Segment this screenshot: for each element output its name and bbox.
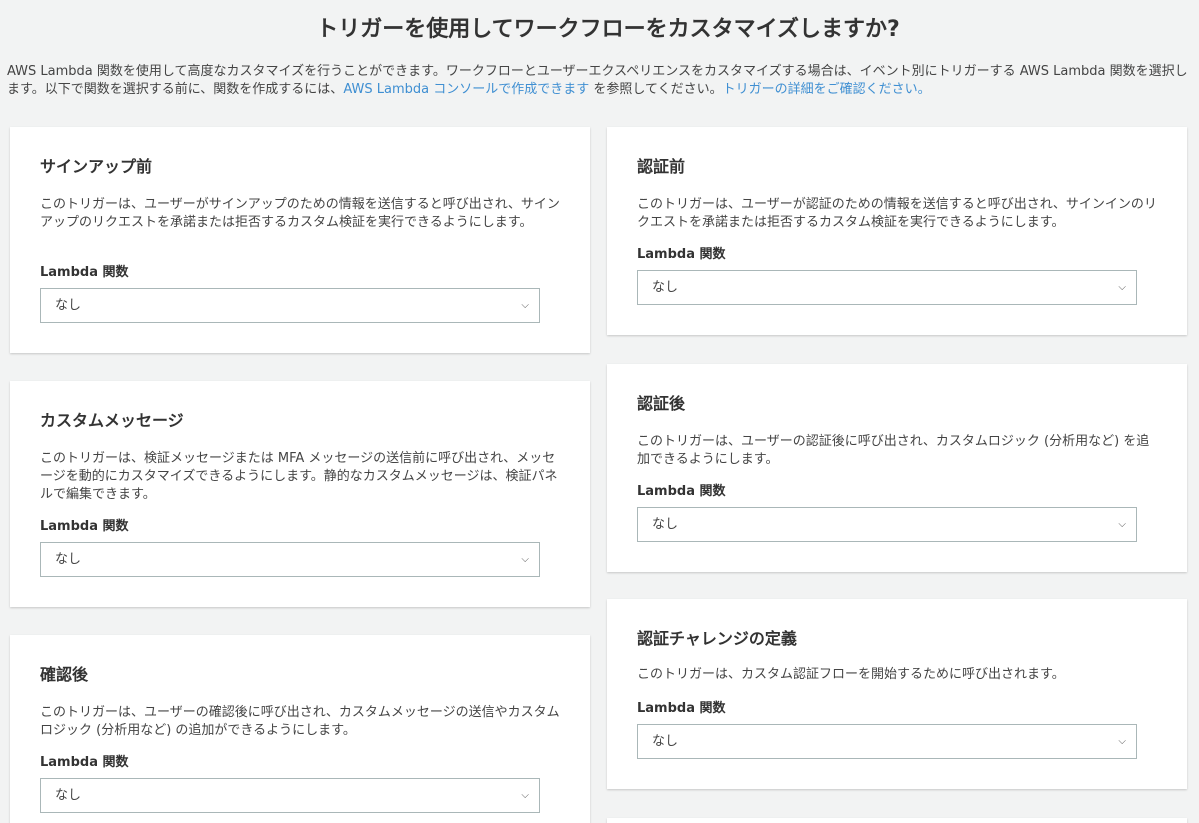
trigger-card-post-auth: 認証後 このトリガーは、ユーザーの認証後に呼び出され、カスタムロジック (分析用… (607, 364, 1187, 572)
select-value: なし (652, 280, 679, 295)
trigger-title: 確認後 (40, 665, 89, 684)
select-value: なし (652, 734, 679, 749)
select-value: なし (55, 298, 82, 313)
chevron-down-icon: ⌵ (521, 300, 529, 311)
lambda-select-define-auth-challenge[interactable]: なし ⌵ (637, 724, 1137, 759)
chevron-down-icon: ⌵ (521, 554, 529, 565)
select-value: なし (55, 552, 82, 567)
chevron-down-icon: ⌵ (1118, 282, 1126, 293)
trigger-description: このトリガーは、ユーザーの認証後に呼び出され、カスタムロジック (分析用など) … (637, 434, 1150, 467)
trigger-card-post-confirmation: 確認後 このトリガーは、ユーザーの確認後に呼び出され、カスタムメッセージの送信や… (10, 635, 590, 823)
lambda-field-label: Lambda 関数 (40, 265, 129, 280)
trigger-description: このトリガーは、カスタム認証フローを開始するために呼び出されます。 (637, 667, 1065, 682)
trigger-title: 認証後 (637, 394, 686, 413)
trigger-card-next-partial (607, 818, 1187, 823)
lambda-field-label: Lambda 関数 (637, 484, 726, 499)
trigger-title: 認証前 (637, 157, 686, 176)
lambda-field-label: Lambda 関数 (40, 519, 129, 534)
trigger-description: このトリガーは、ユーザーの確認後に呼び出され、カスタムメッセージの送信やカスタム… (40, 705, 560, 738)
trigger-title: カスタムメッセージ (40, 411, 184, 430)
trigger-description: このトリガーは、ユーザーがサインアップのための情報を送信すると呼び出され、サイン… (40, 197, 560, 230)
chevron-down-icon: ⌵ (1118, 736, 1126, 747)
chevron-down-icon: ⌵ (1118, 519, 1126, 530)
lambda-select-pre-auth[interactable]: なし ⌵ (637, 270, 1137, 305)
select-value: なし (652, 517, 679, 532)
trigger-card-define-auth-challenge: 認証チャレンジの定義 このトリガーは、カスタム認証フローを開始するために呼び出さ… (607, 599, 1187, 789)
lambda-select-custom-message[interactable]: なし ⌵ (40, 542, 540, 577)
trigger-title: 認証チャレンジの定義 (637, 629, 797, 648)
lambda-field-label: Lambda 関数 (637, 247, 726, 262)
trigger-title: サインアップ前 (40, 157, 153, 176)
lambda-console-link[interactable]: AWS Lambda コンソールで作成できます (343, 82, 589, 97)
lambda-select-post-confirmation[interactable]: なし ⌵ (40, 778, 540, 813)
lambda-select-post-auth[interactable]: なし ⌵ (637, 507, 1137, 542)
trigger-description: このトリガーは、ユーザーが認証のための情報を送信すると呼び出され、サインインのリ… (637, 197, 1157, 230)
lambda-field-label: Lambda 関数 (40, 755, 129, 770)
page: トリガーを使用してワークフローをカスタマイズしますか? AWS Lambda 関… (0, 0, 1199, 823)
intro-text-part-2: を参照してください。 (589, 82, 723, 97)
trigger-card-custom-message: カスタムメッセージ このトリガーは、検証メッセージまたは MFA メッセージの送… (10, 381, 590, 607)
intro-text: AWS Lambda 関数を使用して高度なカスタマイズを行うことができます。ワー… (7, 63, 1197, 99)
trigger-card-pre-auth: 認証前 このトリガーは、ユーザーが認証のための情報を送信すると呼び出され、サイン… (607, 127, 1187, 335)
trigger-card-pre-signup: サインアップ前 このトリガーは、ユーザーがサインアップのための情報を送信すると呼… (10, 127, 590, 353)
trigger-details-link[interactable]: トリガーの詳細をご確認ください。 (723, 82, 931, 97)
page-title: トリガーを使用してワークフローをカスタマイズしますか? (316, 17, 900, 42)
chevron-down-icon: ⌵ (521, 790, 529, 801)
trigger-description: このトリガーは、検証メッセージまたは MFA メッセージの送信前に呼び出され、メ… (40, 451, 558, 502)
select-value: なし (55, 788, 82, 803)
lambda-field-label: Lambda 関数 (637, 701, 726, 716)
lambda-select-pre-signup[interactable]: なし ⌵ (40, 288, 540, 323)
